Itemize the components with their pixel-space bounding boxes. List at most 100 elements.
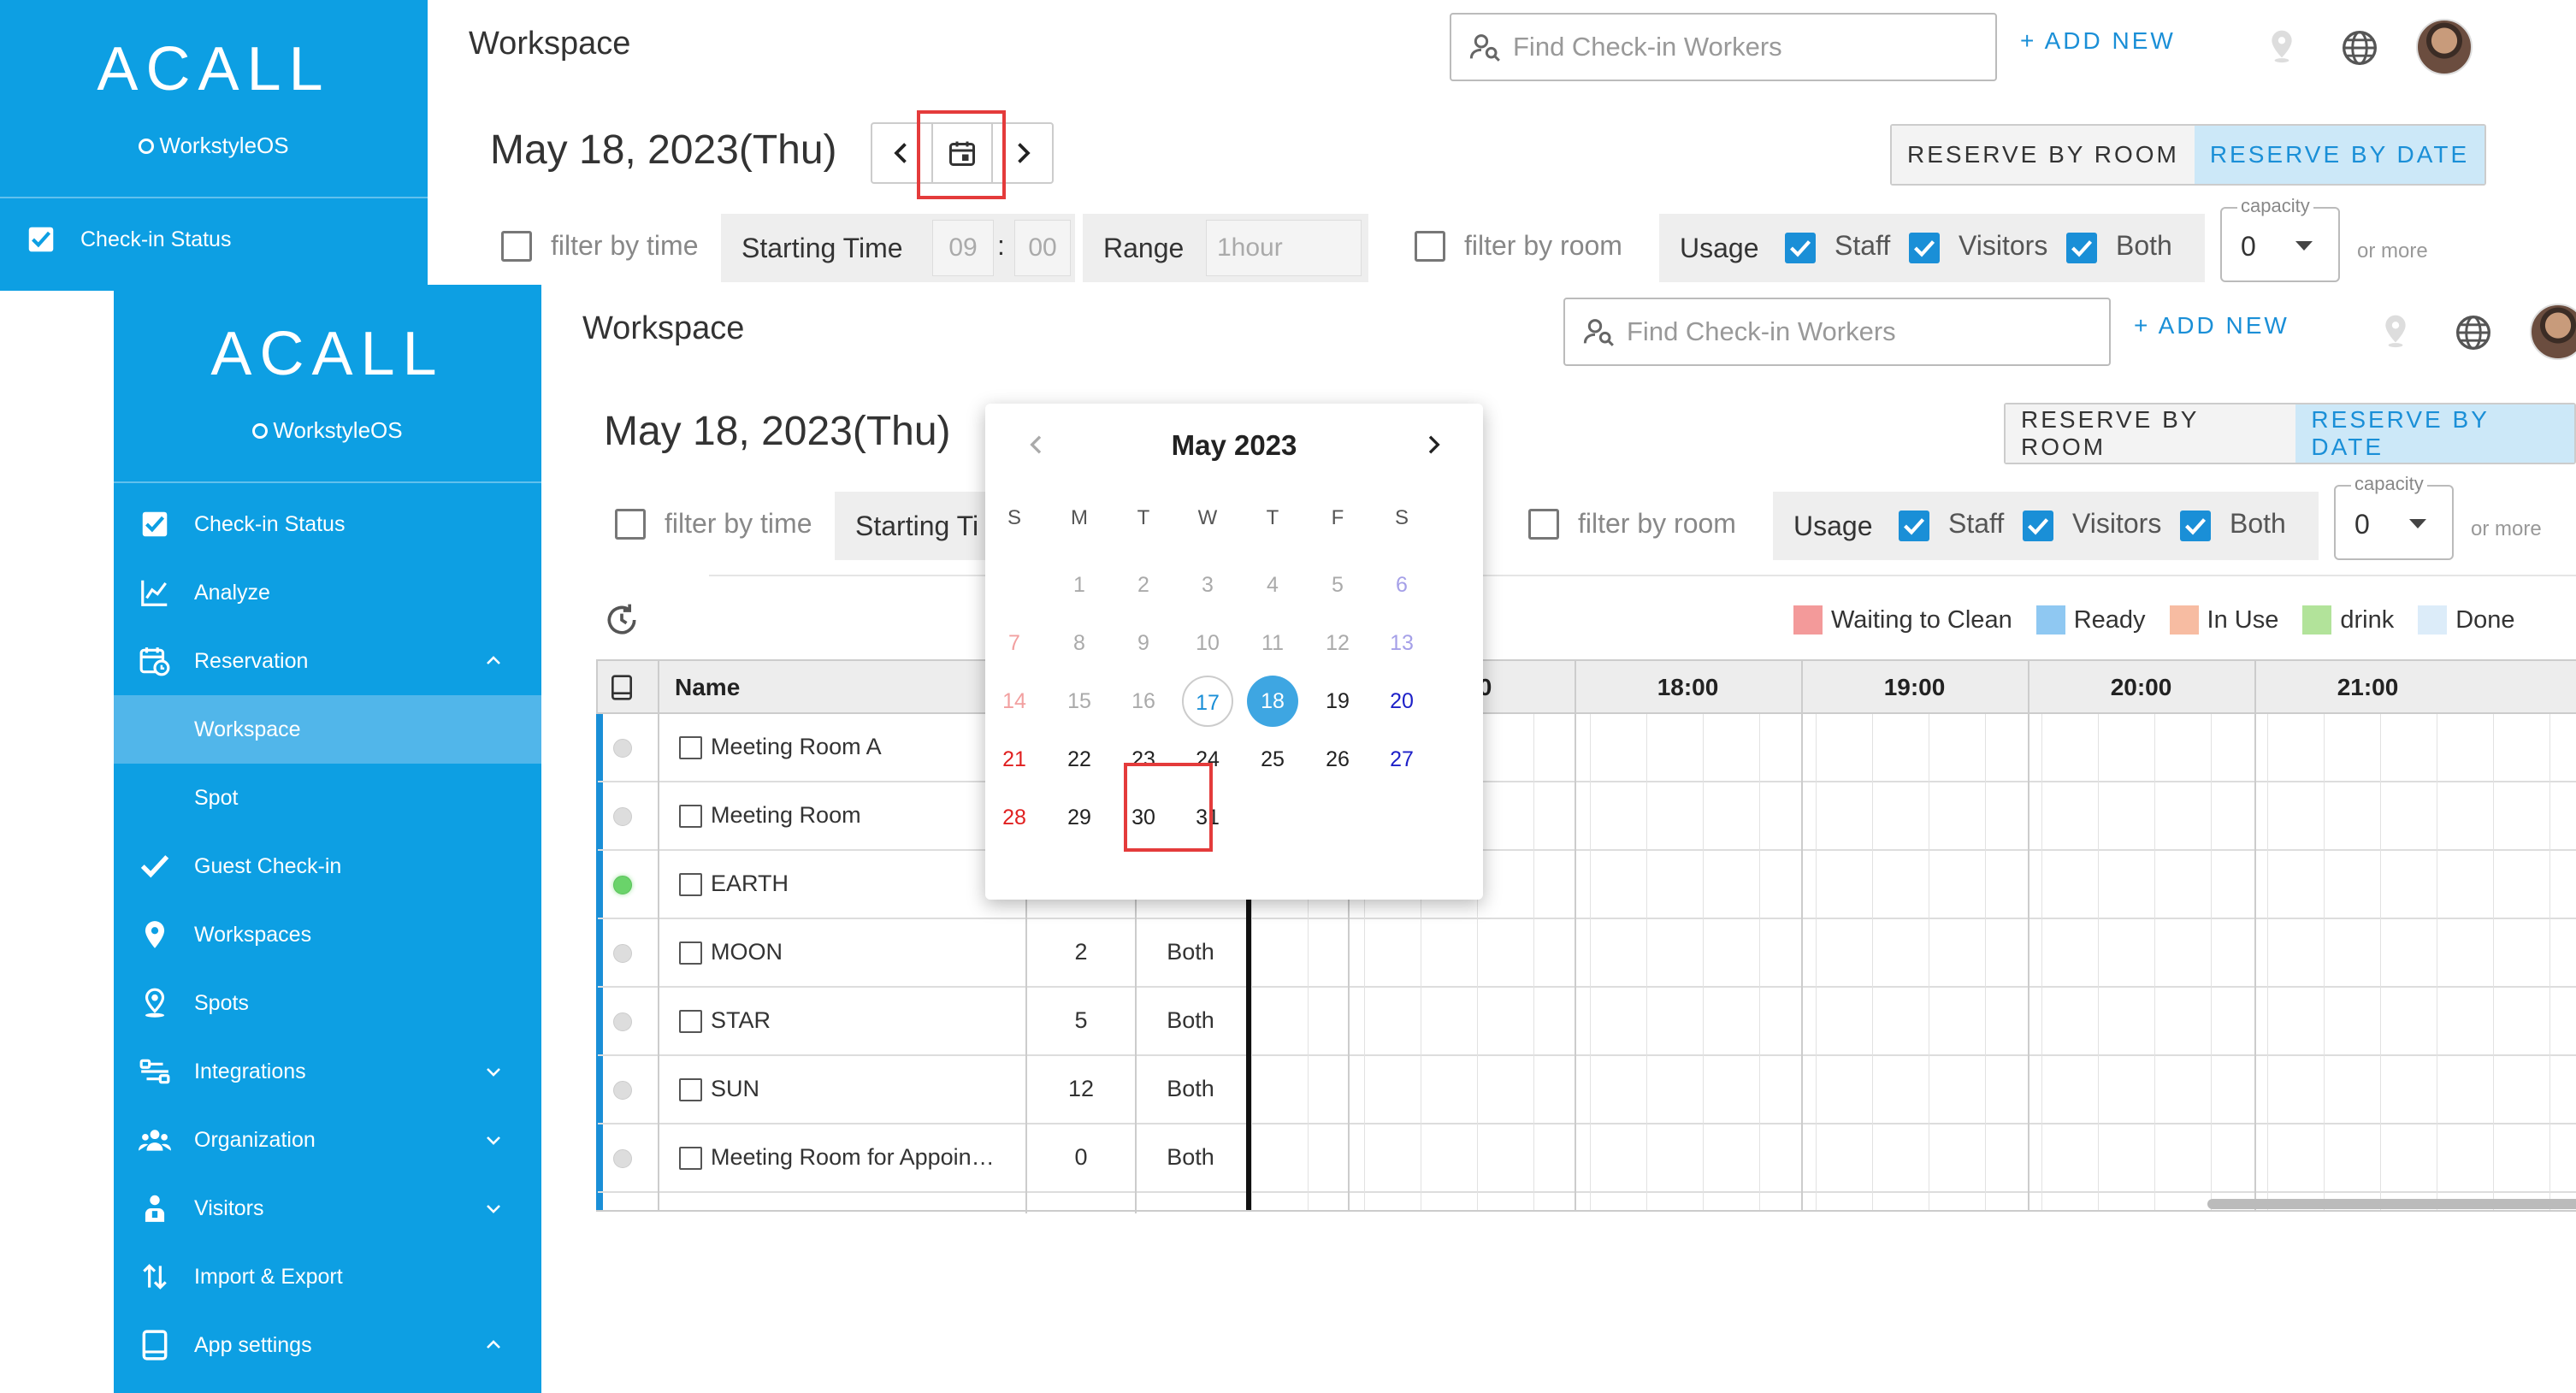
capacity-select[interactable]: capacity 0 xyxy=(2334,473,2454,560)
sidebar-item-integrations[interactable]: Integrations xyxy=(114,1037,541,1106)
user-avatar[interactable] xyxy=(2416,19,2473,75)
both-checkbox[interactable] xyxy=(2180,511,2211,541)
sidebar-item-workspaces[interactable]: Workspaces xyxy=(114,900,541,969)
sidebar-item-check-in-status[interactable]: Check-in Status xyxy=(0,205,428,274)
table-row[interactable]: EARTH xyxy=(598,851,2576,919)
minute-input[interactable]: 00 xyxy=(1014,220,1071,276)
room-name[interactable]: MOON xyxy=(711,939,783,965)
table-row[interactable]: SUN 12 Both xyxy=(598,1056,2576,1124)
calendar-day-14[interactable]: 14 xyxy=(989,676,1040,727)
calendar-day-28[interactable]: 28 xyxy=(989,792,1040,843)
row-checkbox[interactable] xyxy=(679,941,702,965)
calendar-day-8[interactable]: 8 xyxy=(1054,617,1105,669)
both-checkbox[interactable] xyxy=(2066,233,2097,263)
next-month-icon[interactable] xyxy=(1420,431,1447,458)
add-new-button[interactable]: + ADD NEW xyxy=(2020,27,2176,55)
hour-input[interactable]: 09 xyxy=(932,220,994,276)
search-input[interactable]: Find Check-in Workers xyxy=(1450,13,1997,81)
table-row[interactable]: STAR 5 Both xyxy=(598,988,2576,1056)
calendar-day-13[interactable]: 13 xyxy=(1376,617,1427,669)
staff-checkbox[interactable] xyxy=(1899,511,1929,541)
row-checkbox[interactable] xyxy=(679,1078,702,1101)
visitors-checkbox[interactable] xyxy=(1909,233,1940,263)
row-checkbox[interactable] xyxy=(679,736,702,759)
calendar-day-21[interactable]: 21 xyxy=(989,734,1040,785)
search-input[interactable]: Find Check-in Workers xyxy=(1563,298,2111,366)
calendar-day-7[interactable]: 7 xyxy=(989,617,1040,669)
calendar-day-12[interactable]: 12 xyxy=(1312,617,1363,669)
calendar-day-1[interactable]: 1 xyxy=(1054,559,1105,611)
location-pin-icon[interactable] xyxy=(2265,27,2299,65)
table-row[interactable]: Meeting Room xyxy=(598,782,2576,851)
sidebar-item-reservation[interactable]: Reservation xyxy=(114,627,541,695)
sidebar-item-spot[interactable]: Spot xyxy=(114,764,541,832)
range-input[interactable]: 1hour xyxy=(1206,220,1362,276)
calendar-day-18[interactable]: 18 xyxy=(1247,676,1298,727)
filter-by-time-checkbox[interactable] xyxy=(615,509,646,540)
calendar-day-10[interactable]: 10 xyxy=(1182,617,1233,669)
sidebar-item-import-export[interactable]: Import & Export xyxy=(114,1242,541,1311)
chevron-up-icon[interactable] xyxy=(483,651,504,671)
reserve-by-room-button[interactable]: RESERVE BY ROOM xyxy=(2006,404,2296,463)
room-name[interactable]: STAR xyxy=(711,1007,771,1034)
reserve-by-date-button[interactable]: RESERVE BY DATE xyxy=(2295,404,2574,463)
sidebar-item-app-settings[interactable]: App settings xyxy=(114,1311,541,1379)
filter-by-room-checkbox[interactable] xyxy=(1528,509,1559,540)
sidebar-item-organization[interactable]: Organization xyxy=(114,1106,541,1174)
table-row[interactable]: Meeting Room for Appoin… 0 Both xyxy=(598,1124,2576,1193)
calendar-day-16[interactable]: 16 xyxy=(1118,676,1169,727)
chevron-down-icon[interactable] xyxy=(483,1130,504,1150)
chevron-down-icon[interactable] xyxy=(483,1061,504,1082)
filter-by-time-checkbox[interactable] xyxy=(501,231,532,262)
room-name[interactable]: Meeting Room for Appoin… xyxy=(711,1144,995,1171)
globe-icon[interactable] xyxy=(2341,29,2378,67)
calendar-day-2[interactable]: 2 xyxy=(1118,559,1169,611)
globe-icon[interactable] xyxy=(2455,314,2492,351)
calendar-day-9[interactable]: 9 xyxy=(1118,617,1169,669)
calendar-day-17[interactable]: 17 xyxy=(1182,676,1233,727)
capacity-select[interactable]: capacity 0 xyxy=(2220,195,2340,282)
visitors-checkbox[interactable] xyxy=(2023,511,2053,541)
sidebar-item-workspace[interactable]: Workspace xyxy=(114,695,541,764)
user-avatar[interactable] xyxy=(2530,304,2576,360)
calendar-day-22[interactable]: 22 xyxy=(1054,734,1105,785)
row-checkbox[interactable] xyxy=(679,873,702,896)
calendar-day-4[interactable]: 4 xyxy=(1247,559,1298,611)
calendar-day-25[interactable]: 25 xyxy=(1247,734,1298,785)
location-pin-icon[interactable] xyxy=(2378,312,2413,350)
reserve-by-date-button[interactable]: RESERVE BY DATE xyxy=(2194,126,2485,184)
table-row[interactable]: Meeting Room A xyxy=(598,714,2576,782)
staff-checkbox[interactable] xyxy=(1785,233,1816,263)
room-name[interactable]: EARTH xyxy=(711,871,789,897)
table-row[interactable]: MOON 2 Both xyxy=(598,919,2576,988)
add-new-button[interactable]: + ADD NEW xyxy=(2134,312,2289,339)
room-name[interactable]: SUN xyxy=(711,1076,759,1102)
chevron-down-icon[interactable] xyxy=(483,1198,504,1219)
name-column-header[interactable]: Name xyxy=(675,661,740,714)
row-checkbox[interactable] xyxy=(679,805,702,828)
chevron-up-icon[interactable] xyxy=(483,1335,504,1355)
sidebar-item-analyze[interactable]: Analyze xyxy=(114,558,541,627)
calendar-day-20[interactable]: 20 xyxy=(1376,676,1427,727)
reserve-by-room-button[interactable]: RESERVE BY ROOM xyxy=(1892,126,2195,184)
room-name[interactable]: Meeting Room A xyxy=(711,734,882,760)
calendar-day-15[interactable]: 15 xyxy=(1054,676,1105,727)
calendar-day-3[interactable]: 3 xyxy=(1182,559,1233,611)
calendar-day-27[interactable]: 27 xyxy=(1376,734,1427,785)
calendar-day-5[interactable]: 5 xyxy=(1312,559,1363,611)
calendar-day-29[interactable]: 29 xyxy=(1054,792,1105,843)
sidebar-item-check-in-status[interactable]: Check-in Status xyxy=(114,490,541,558)
row-checkbox[interactable] xyxy=(679,1147,702,1170)
filter-by-room-checkbox[interactable] xyxy=(1415,231,1445,262)
horizontal-scrollbar[interactable] xyxy=(2207,1199,2576,1209)
refresh-icon[interactable] xyxy=(603,601,641,639)
room-name[interactable]: Meeting Room xyxy=(711,802,861,829)
sidebar-item-guest-check-in[interactable]: Guest Check-in xyxy=(114,832,541,900)
row-checkbox[interactable] xyxy=(679,1010,702,1033)
calendar-day-6[interactable]: 6 xyxy=(1376,559,1427,611)
calendar-day-26[interactable]: 26 xyxy=(1312,734,1363,785)
calendar-day-19[interactable]: 19 xyxy=(1312,676,1363,727)
calendar-day-11[interactable]: 11 xyxy=(1247,617,1298,669)
sidebar-item-spots[interactable]: Spots xyxy=(114,969,541,1037)
sidebar-item-visitors[interactable]: Visitors xyxy=(114,1174,541,1242)
